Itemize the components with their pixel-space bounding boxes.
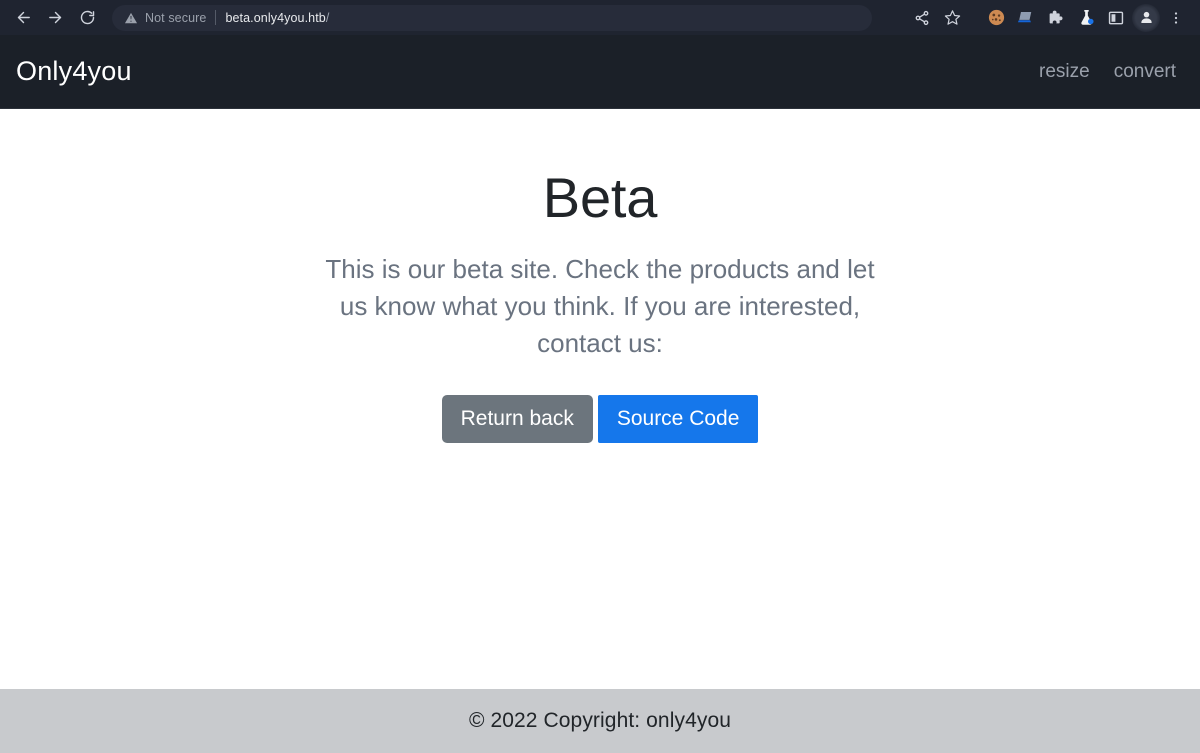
arrow-left-icon xyxy=(15,9,32,26)
footer-copyright: © 2022 Copyright: only4you xyxy=(468,709,732,732)
url-text: beta.only4you.htb/ xyxy=(225,10,330,25)
three-dot-menu-icon[interactable] xyxy=(1162,4,1190,32)
reload-button[interactable] xyxy=(72,4,102,32)
address-bar[interactable]: Not secure beta.only4you.htb/ xyxy=(112,4,872,31)
side-panel-icon[interactable] xyxy=(1102,4,1130,32)
share-icon[interactable] xyxy=(908,4,936,32)
browser-toolbar: Not secure beta.only4you.htb/ xyxy=(0,0,1200,35)
site-navbar: Only4you resize convert xyxy=(0,35,1200,109)
address-bar-separator xyxy=(215,10,217,25)
site-brand[interactable]: Only4you xyxy=(16,56,132,87)
nav-link-resize[interactable]: resize xyxy=(1039,61,1090,83)
page-description: This is our beta site. Check the product… xyxy=(325,253,875,358)
profile-avatar-icon[interactable] xyxy=(1132,3,1160,32)
site-nav-links: resize convert xyxy=(1039,61,1176,83)
main-content: Beta This is our beta site. Check the pr… xyxy=(0,109,1200,689)
forward-button[interactable] xyxy=(40,4,70,32)
reload-icon xyxy=(79,9,96,26)
back-button[interactable] xyxy=(8,4,38,32)
cookie-icon[interactable] xyxy=(982,4,1010,32)
notebook-icon[interactable] xyxy=(1012,4,1040,32)
flask-icon[interactable] xyxy=(1072,4,1100,32)
arrow-right-icon xyxy=(47,9,64,26)
action-button-row: Return back Source Code xyxy=(0,394,1200,443)
return-back-button[interactable]: Return back xyxy=(441,394,593,443)
warning-triangle-icon xyxy=(124,11,138,25)
source-code-button[interactable]: Source Code xyxy=(597,394,759,443)
security-status-label: Not secure xyxy=(145,10,207,25)
toolbar-right-icons xyxy=(900,3,1190,32)
page-title: Beta xyxy=(542,166,658,229)
url-path: / xyxy=(325,10,330,25)
puzzle-extensions-icon[interactable] xyxy=(1042,4,1070,32)
browser-nav-buttons xyxy=(8,4,102,32)
bookmark-star-icon[interactable] xyxy=(938,4,966,32)
nav-link-convert[interactable]: convert xyxy=(1114,61,1176,83)
site-footer: © 2022 Copyright: only4you xyxy=(0,689,1200,753)
